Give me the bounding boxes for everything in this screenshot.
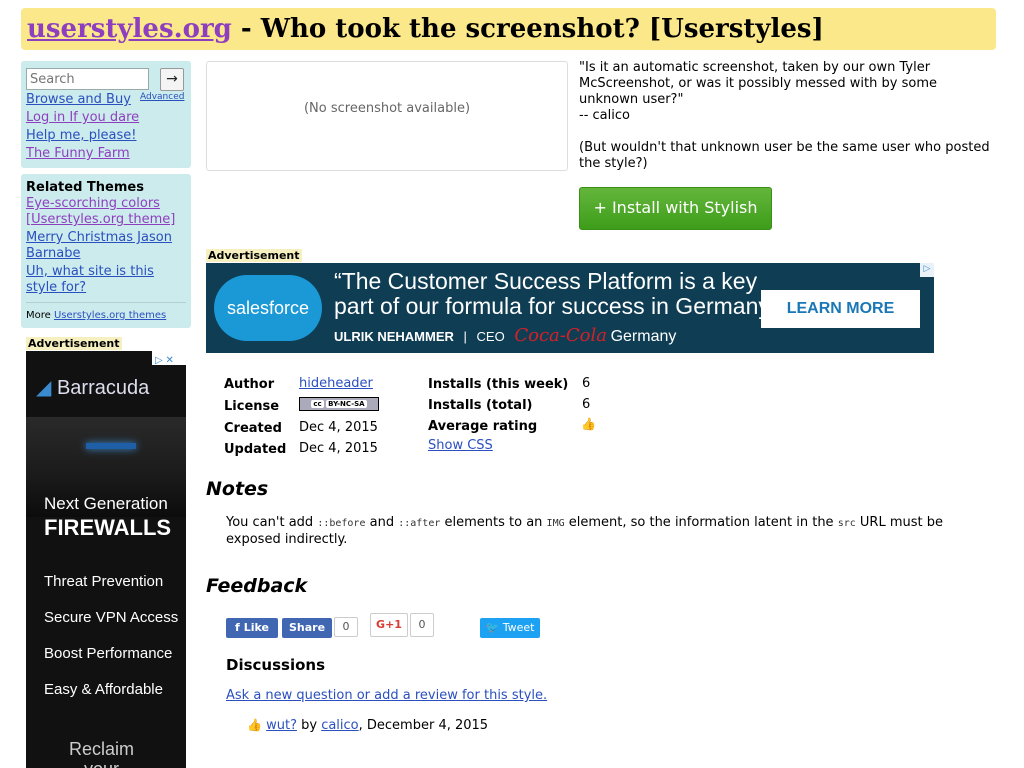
ad-choices-icon[interactable]: ▷ ✕ [152, 351, 186, 366]
google-plus-count: 0 [410, 613, 434, 637]
search-submit-button[interactable]: → [160, 68, 184, 91]
ad-label: Advertisement [26, 337, 122, 350]
ad-feature: Boost Performance [44, 645, 173, 662]
sidebar-ad[interactable]: ▷ ✕ ◢ Barracuda Next Generation FIREWALL… [26, 351, 186, 768]
related-theme-link[interactable]: Eye-scorching colors [Userstyles.org the… [26, 196, 186, 228]
created-label: Created [224, 421, 282, 436]
ad-brand-text: Barracuda [56, 377, 150, 399]
ad-footer: your [84, 759, 119, 768]
installs-total-value: 6 [582, 397, 591, 412]
site-link[interactable]: userstyles.org [27, 14, 232, 44]
facebook-share-button[interactable]: Share [282, 618, 332, 638]
discussion-by: by [296, 718, 322, 733]
ad-feature: Threat Prevention [44, 573, 164, 590]
updated-date: Dec 4, 2015 [299, 441, 378, 456]
related-themes-box: Related Themes Eye-scorching colors [Use… [21, 174, 191, 328]
salesforce-logo-icon: salesforce [214, 275, 322, 341]
show-css-link[interactable]: Show CSS [428, 438, 493, 453]
facebook-like-button[interactable]: f Like [226, 618, 278, 638]
page-title: - Who took the screenshot? [Userstyles] [231, 14, 824, 44]
ad-headline-big: FIREWALLS [44, 515, 172, 540]
install-with-stylish-button[interactable]: + Install with Stylish [579, 187, 772, 230]
screenshot-placeholder: (No screenshot available) [206, 61, 568, 171]
installs-total-label: Installs (total) [428, 398, 533, 413]
twitter-icon: 🐦 [485, 621, 500, 634]
description-quote: "Is it an automatic screenshot, taken by… [579, 60, 937, 123]
discussion-item: 👍 wut? by calico, December 4, 2015 [247, 718, 488, 733]
thumbs-up-icon: 👍 [581, 417, 596, 431]
nav-login-link[interactable]: Log in If you dare [26, 110, 139, 125]
search-input[interactable] [26, 68, 149, 90]
feedback-heading: Feedback [206, 575, 308, 597]
thumbs-up-icon: 👍 [247, 718, 262, 732]
related-theme-link[interactable]: Uh, what site is this style for? [26, 264, 186, 296]
google-plus-button[interactable]: G+1 [370, 613, 408, 637]
ad-feature: Secure VPN Access [44, 609, 179, 626]
discussion-date: , December 4, 2015 [358, 718, 489, 733]
more-themes-link[interactable]: Userstyles.org themes [54, 310, 166, 321]
page-header: userstyles.org - Who took the screenshot… [21, 8, 996, 50]
ad-brand: ◢ Barracuda [36, 375, 149, 400]
banner-ad[interactable]: salesforce “The Customer Success Platfor… [206, 263, 934, 353]
nav-funny-farm-link[interactable]: The Funny Farm [26, 146, 130, 161]
license-label: License [224, 399, 280, 414]
created-date: Dec 4, 2015 [299, 420, 378, 435]
style-description: "Is it an automatic screenshot, taken by… [579, 60, 991, 188]
coca-cola-logo-icon: Coca-Cola [514, 325, 607, 346]
related-theme-link[interactable]: Merry Christmas Jason Barnabe [26, 230, 186, 262]
ad-label: Advertisement [206, 249, 302, 262]
divider [26, 302, 186, 303]
description-note: (But wouldn't that unknown user be the s… [579, 140, 990, 171]
banner-credit: ULRIK NEHAMMER | CEO Coca-Cola Germany [334, 325, 677, 346]
discussion-title-link[interactable]: wut? [266, 718, 297, 733]
advanced-search-link[interactable]: Advanced [140, 92, 184, 102]
author-label: Author [224, 377, 275, 392]
installs-week-label: Installs (this week) [428, 377, 569, 392]
author-link[interactable]: hideheader [299, 376, 373, 391]
facebook-count: 0 [334, 617, 358, 637]
discussion-author-link[interactable]: calico [321, 718, 358, 733]
ad-footer: Reclaim [69, 739, 135, 759]
ad-headline: Next Generation [44, 494, 168, 513]
cc-license-badge[interactable]: cc BY-NC-SA [299, 397, 379, 411]
updated-label: Updated [224, 442, 287, 457]
ad-feature: Easy & Affordable [44, 681, 163, 698]
tweet-button[interactable]: 🐦 Tweet [480, 618, 540, 638]
barracuda-logo-icon: ◢ [36, 377, 52, 399]
banner-quote: “The Customer Success Platform is a key … [334, 268, 783, 319]
nav-help-link[interactable]: Help me, please! [26, 128, 137, 143]
more-themes-prefix: More [26, 310, 54, 321]
ad-choices-icon[interactable]: ▷ [920, 263, 934, 277]
rating-label: Average rating [428, 419, 538, 434]
nav-browse-link[interactable]: Browse and Buy [26, 92, 131, 107]
notes-text: You can't add ::before and ::after eleme… [226, 515, 943, 547]
facebook-icon: f [235, 621, 240, 634]
notes-heading: Notes [206, 478, 269, 500]
ask-question-link[interactable]: Ask a new question or add a review for t… [226, 688, 547, 703]
discussions-heading: Discussions [226, 656, 326, 674]
related-themes-title: Related Themes [26, 180, 144, 195]
installs-week-value: 6 [582, 376, 591, 391]
sidebar-nav-box: → Advanced Browse and Buy Log in If you … [21, 61, 191, 168]
learn-more-button[interactable]: LEARN MORE [761, 290, 920, 328]
